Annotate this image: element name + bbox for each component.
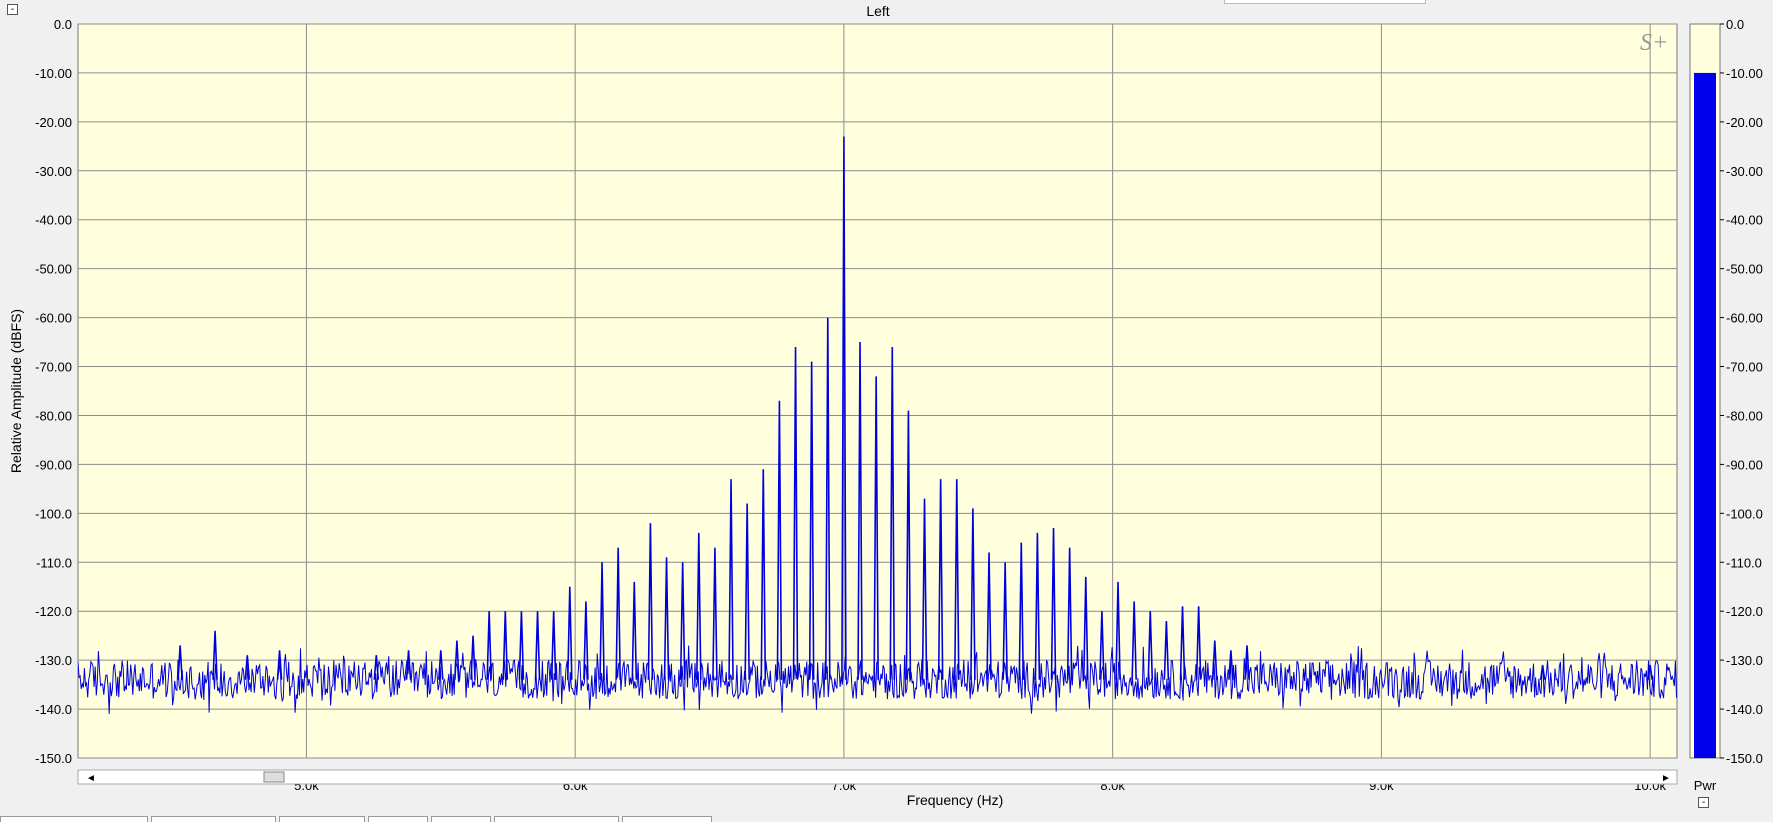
meter-tick-label: -80.00 bbox=[1726, 408, 1763, 423]
y-tick-label: -80.00 bbox=[35, 408, 72, 423]
horizontal-scrollbar bbox=[77, 769, 1678, 785]
spectrum-chart: Left 0.0 -10.00 -20.00 -30.00 -40.00 -50.00 -60… bbox=[8, 3, 1763, 808]
meter-level-fill bbox=[1694, 72, 1716, 758]
meter-tick-label: -70.00 bbox=[1726, 360, 1763, 375]
scrollbar-thumb bbox=[263, 771, 285, 783]
y-tick-label: -110.0 bbox=[36, 555, 72, 570]
status-cell bbox=[431, 816, 491, 822]
y-tick-label: -40.00 bbox=[35, 213, 72, 228]
y-tick-label: -90.00 bbox=[35, 457, 72, 472]
status-cell bbox=[368, 816, 428, 822]
meter-tick-label: -150.0 bbox=[1726, 751, 1763, 766]
meter-tick-label: -90.00 bbox=[1726, 457, 1763, 472]
meter-tick-label: -30.00 bbox=[1726, 164, 1763, 179]
chart-title: Left bbox=[866, 3, 889, 19]
meter-tick-label: -110.0 bbox=[1726, 555, 1762, 570]
y-tick-label: -10.00 bbox=[35, 66, 72, 81]
y-tick-label: -100.0 bbox=[35, 506, 72, 521]
y-tick-label: -50.00 bbox=[35, 262, 72, 277]
meter-tick-label: -20.00 bbox=[1726, 115, 1763, 130]
y-axis-label: Relative Amplitude (dBFS) bbox=[8, 309, 24, 473]
status-cell bbox=[622, 816, 712, 822]
meter-tick-label: -40.00 bbox=[1726, 213, 1763, 228]
x-axis-label: Frequency (Hz) bbox=[907, 792, 1003, 808]
meter-tick-label: -60.00 bbox=[1726, 311, 1763, 326]
meter-tick-label: -10.00 bbox=[1726, 66, 1763, 81]
meter-tick-label: -120.0 bbox=[1726, 604, 1763, 619]
status-bar bbox=[0, 816, 1773, 822]
status-cell bbox=[494, 816, 619, 822]
plot-area: Left 0.0 -10.00 -20.00 -30.00 -40.00 -50.00 -60… bbox=[8, 3, 1678, 808]
dropdown-edge bbox=[1224, 0, 1426, 4]
y-tick-label: -150.0 bbox=[35, 751, 72, 766]
y-tick-label: -30.00 bbox=[35, 164, 72, 179]
y-tick-label: -120.0 bbox=[35, 604, 72, 619]
meter-tick-label: -50.00 bbox=[1726, 262, 1763, 277]
app-logo: S+ bbox=[1640, 30, 1668, 56]
meter-tick-label: -130.0 bbox=[1726, 653, 1763, 668]
y-tick-label: -140.0 bbox=[35, 702, 72, 717]
meter-label: Pwr bbox=[1694, 778, 1717, 793]
status-cell bbox=[151, 816, 276, 822]
y-tick-label: -60.00 bbox=[35, 311, 72, 326]
y-tick-label: 0.0 bbox=[54, 17, 72, 32]
y-tick-label: -70.00 bbox=[35, 360, 72, 375]
power-meter: 0.0 -10.00 -20.00 -30.00 -40.00 -50.00 -60.00 -… bbox=[1689, 17, 1763, 793]
scroll-left-arrow: ◄ bbox=[86, 773, 96, 784]
collapse-meter-button[interactable]: - bbox=[1698, 797, 1709, 808]
meter-tick-label: -140.0 bbox=[1726, 702, 1763, 717]
y-tick-label: -20.00 bbox=[35, 115, 72, 130]
status-cell bbox=[279, 816, 365, 822]
collapse-panel-button[interactable]: - bbox=[7, 4, 18, 15]
meter-tick-label: -100.0 bbox=[1726, 506, 1763, 521]
scroll-right-arrow: ► bbox=[1661, 773, 1671, 784]
status-cell bbox=[0, 816, 148, 822]
y-tick-label: -130.0 bbox=[35, 653, 72, 668]
meter-tick-label: 0.0 bbox=[1726, 17, 1744, 32]
